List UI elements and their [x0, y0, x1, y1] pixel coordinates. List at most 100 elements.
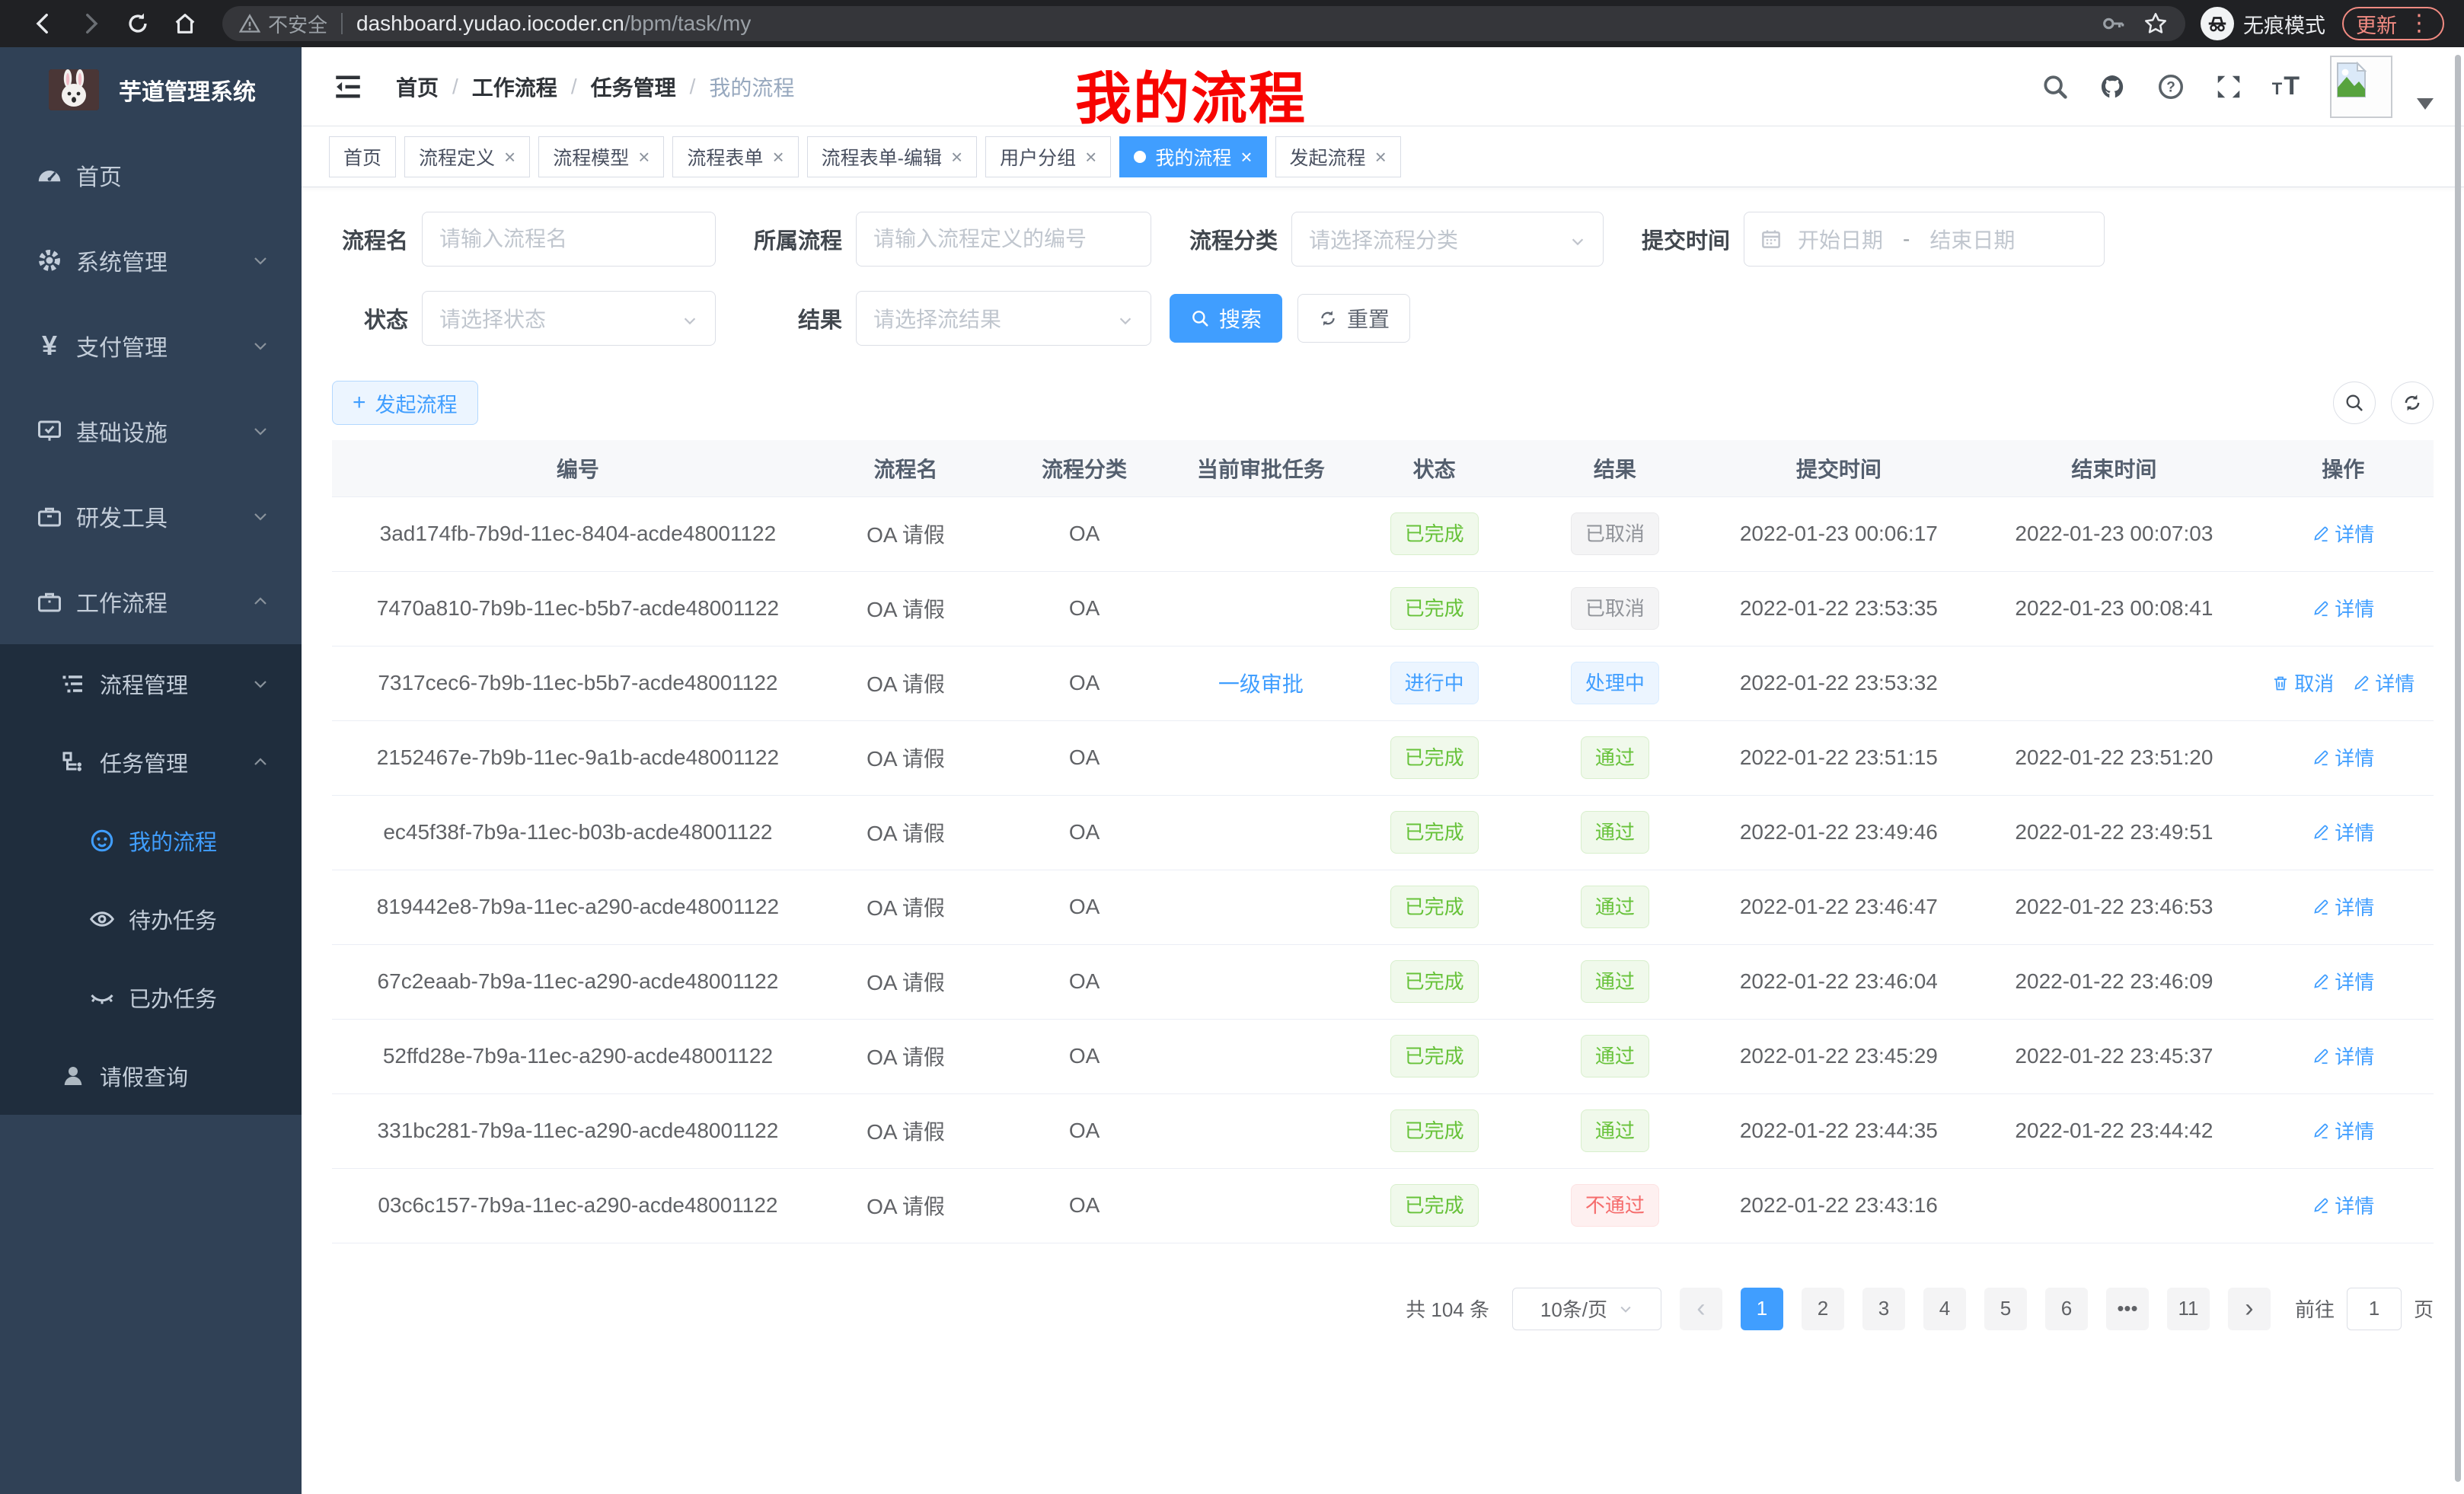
page-button[interactable]: 3	[1862, 1288, 1905, 1330]
logo-row[interactable]: 芋道管理系统	[0, 47, 302, 132]
sidebar-item-home[interactable]: 首页	[0, 132, 302, 218]
detail-action-link[interactable]: 详情	[2312, 892, 2374, 921]
fullscreen-icon[interactable]	[2214, 72, 2243, 101]
detail-action-link[interactable]: 详情	[2312, 1116, 2374, 1144]
page-size-select[interactable]: 10条/页	[1512, 1288, 1661, 1330]
tab-item[interactable]: 流程定义×	[404, 136, 530, 177]
tab-item[interactable]: 用户分组×	[985, 136, 1111, 177]
breadcrumb-home[interactable]: 首页	[396, 72, 439, 102]
sidebar-item-payment[interactable]: ¥ 支付管理	[0, 303, 302, 388]
detail-action-link[interactable]: 详情	[2312, 967, 2374, 995]
address-bar[interactable]: 不安全 dashboard.yudao.iocoder.cn/bpm/task/…	[222, 6, 2185, 41]
jump-page-input[interactable]	[2347, 1288, 2402, 1330]
search-icon[interactable]	[2041, 72, 2070, 101]
close-icon[interactable]: ×	[638, 147, 650, 167]
page-button[interactable]: 4	[1923, 1288, 1966, 1330]
sidebar-item-task-mgmt[interactable]: 任务管理	[0, 723, 302, 801]
prev-page-button[interactable]: ‹	[1680, 1288, 1722, 1330]
status-badge: 已完成	[1390, 512, 1479, 555]
font-size-icon[interactable]: TT	[2272, 72, 2301, 101]
pagination: 共 104 条 10条/页 ‹ 123456•••11 › 前往 页	[332, 1288, 2434, 1330]
sidebar-item-leave-query[interactable]: 请假查询	[0, 1036, 302, 1115]
tab-active[interactable]: 我的流程×	[1119, 136, 1266, 177]
page-button[interactable]: 2	[1802, 1288, 1844, 1330]
close-icon[interactable]: ×	[951, 147, 962, 167]
update-button[interactable]: 更新 ⋮	[2342, 7, 2444, 40]
detail-action-link[interactable]: 详情	[2352, 669, 2415, 697]
page-size-value: 10条/页	[1540, 1294, 1607, 1323]
process-id-cell: 7317cec6-7b9b-11ec-b5b7-acde48001122	[332, 646, 824, 720]
tab-item[interactable]: 首页	[329, 136, 396, 177]
sidebar-item-devtools[interactable]: 研发工具	[0, 474, 302, 559]
detail-action-link[interactable]: 详情	[2312, 594, 2374, 622]
tab-item[interactable]: 发起流程×	[1275, 136, 1401, 177]
browser-toolbar: 不安全 dashboard.yudao.iocoder.cn/bpm/task/…	[0, 0, 2464, 47]
forward-icon[interactable]	[78, 11, 104, 37]
sidebar-fold-icon[interactable]	[332, 71, 364, 103]
status-badge: 已完成	[1390, 960, 1479, 1003]
sidebar-item-my-process[interactable]: 我的流程	[0, 801, 302, 879]
password-key-icon[interactable]	[2100, 11, 2126, 37]
home-icon[interactable]	[172, 11, 198, 37]
tab-item[interactable]: 流程表单×	[672, 136, 798, 177]
help-icon[interactable]: ?	[2156, 72, 2185, 101]
tab-item[interactable]: 流程模型×	[538, 136, 664, 177]
detail-action-link[interactable]: 详情	[2312, 519, 2374, 547]
breadcrumb-task-mgmt[interactable]: 任务管理	[591, 72, 676, 102]
next-page-button[interactable]: ›	[2228, 1288, 2271, 1330]
face-icon	[88, 826, 116, 855]
end-date-placeholder[interactable]: 结束日期	[1929, 224, 2015, 254]
status-select[interactable]: 请选择状态	[422, 291, 716, 346]
github-icon[interactable]	[2099, 72, 2127, 101]
more-pages-button[interactable]: •••	[2106, 1288, 2149, 1330]
create-process-button[interactable]: + 发起流程	[332, 381, 478, 425]
close-icon[interactable]: ×	[772, 147, 784, 167]
detail-action-link[interactable]: 详情	[2312, 1191, 2374, 1219]
search-button[interactable]: 搜索	[1170, 294, 1282, 343]
back-icon[interactable]	[30, 11, 56, 37]
task-link[interactable]: 一级审批	[1218, 672, 1304, 696]
scrollbar[interactable]	[2455, 55, 2461, 1482]
sidebar-item-done-tasks[interactable]: 已办任务	[0, 958, 302, 1036]
action-label: 取消	[2294, 669, 2334, 697]
reset-button[interactable]: 重置	[1297, 294, 1410, 343]
start-date-placeholder[interactable]: 开始日期	[1798, 224, 1883, 254]
avatar-caret-icon[interactable]	[2417, 98, 2434, 110]
close-icon[interactable]: ×	[1085, 147, 1096, 167]
sidebar-item-system[interactable]: 系统管理	[0, 218, 302, 303]
breadcrumb-workflow[interactable]: 工作流程	[472, 72, 557, 102]
category-select[interactable]: 请选择流程分类	[1291, 212, 1604, 267]
select-placeholder: 请选择状态	[439, 303, 546, 334]
detail-action-link[interactable]: 详情	[2312, 818, 2374, 846]
close-icon[interactable]: ×	[1375, 147, 1387, 167]
page-button[interactable]: 5	[1984, 1288, 2027, 1330]
date-range-picker[interactable]: 开始日期 - 结束日期	[1744, 212, 2105, 267]
end-time-cell: 2022-01-22 23:46:53	[1975, 870, 2252, 944]
avatar[interactable]	[2330, 56, 2392, 118]
process-name-input[interactable]	[422, 212, 716, 267]
sidebar-item-infra[interactable]: 基础设施	[0, 388, 302, 474]
reload-icon[interactable]	[125, 11, 151, 37]
bookmark-star-icon[interactable]	[2143, 11, 2169, 37]
url-text[interactable]: dashboard.yudao.iocoder.cn/bpm/task/my	[356, 11, 751, 36]
show-search-button[interactable]	[2333, 381, 2376, 424]
detail-action-link[interactable]: 详情	[2312, 1042, 2374, 1070]
page-button[interactable]: 1	[1741, 1288, 1783, 1330]
page-button[interactable]: 11	[2167, 1288, 2210, 1330]
sidebar-item-todo-tasks[interactable]: 待办任务	[0, 879, 302, 958]
detail-action-link[interactable]: 详情	[2312, 743, 2374, 771]
page-button[interactable]: 6	[2045, 1288, 2088, 1330]
sidebar-item-process-mgmt[interactable]: 流程管理	[0, 644, 302, 723]
security-chip[interactable]: 不安全	[239, 10, 327, 38]
tab-item[interactable]: 流程表单-编辑×	[807, 136, 978, 177]
reset-button-label: 重置	[1347, 303, 1390, 334]
browser-menu-icon[interactable]: ⋮	[2408, 12, 2430, 35]
close-icon[interactable]: ×	[1240, 147, 1252, 167]
edit-icon	[2312, 1122, 2330, 1140]
refresh-table-button[interactable]	[2391, 381, 2434, 424]
result-select[interactable]: 请选择流结果	[856, 291, 1151, 346]
close-icon[interactable]: ×	[504, 147, 515, 167]
process-definition-input[interactable]	[856, 212, 1151, 267]
cancel-action-link[interactable]: 取消	[2271, 669, 2334, 697]
sidebar-item-workflow[interactable]: 工作流程	[0, 559, 302, 644]
